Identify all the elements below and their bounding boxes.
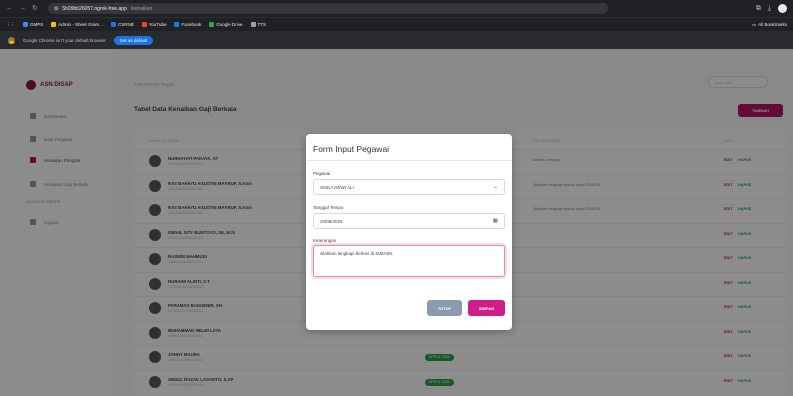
keterangan-textarea[interactable]: silahkan lengkapi berkas di SIMASN bbox=[313, 245, 505, 277]
pegawai-value: SISKA DEWI ALI bbox=[320, 184, 354, 190]
address-bar[interactable]: ⚙ 5b09bb26057.ngrok-free.app/kenaikan bbox=[47, 3, 608, 14]
set-default-button[interactable]: Set as default bbox=[113, 35, 154, 45]
url-host: 5b09bb26057.ngrok-free.app bbox=[62, 5, 127, 12]
bookmark-label: CSRNB bbox=[118, 22, 134, 27]
bookmark-favicon-icon bbox=[141, 22, 147, 27]
bookmark-favicon-icon bbox=[51, 22, 57, 27]
pegawai-select[interactable]: SISKA DEWI ALI ⌄ bbox=[313, 179, 505, 195]
all-bookmarks[interactable]: ▭ All Bookmarks bbox=[752, 22, 793, 28]
back-icon[interactable]: ← bbox=[6, 5, 13, 12]
bookmark-label: TTS bbox=[257, 22, 267, 27]
pegawai-label: Pegawai bbox=[313, 171, 331, 176]
form-input-modal: Form Input Pegawai Pegawai SISKA DEWI AL… bbox=[306, 134, 512, 330]
close-button[interactable]: TUTUP bbox=[427, 300, 462, 316]
site-info-icon[interactable]: ⚙ bbox=[54, 6, 58, 12]
default-browser-infobar: Google Chrome isn't your default browser… bbox=[0, 31, 793, 49]
chevron-down-icon: ⌄ bbox=[493, 184, 498, 190]
bookmark-item[interactable]: YouTube bbox=[141, 22, 167, 27]
bookmark-favicon-icon bbox=[250, 22, 256, 27]
profile-avatar[interactable] bbox=[778, 4, 787, 13]
bookmark-item[interactable]: Google Drive bbox=[209, 22, 243, 27]
bookmark-favicon-icon bbox=[23, 22, 28, 27]
bookmark-label: Admin - Sheet Gram... bbox=[58, 22, 104, 27]
save-button[interactable]: SIMPAN bbox=[468, 300, 505, 316]
bookmark-item[interactable]: CSRNB bbox=[111, 22, 134, 27]
forward-icon[interactable]: → bbox=[19, 5, 26, 12]
chrome-icon bbox=[8, 36, 15, 44]
url-path: /kenaikan bbox=[130, 5, 153, 12]
toolbar-right: ⧉ ⤓ bbox=[756, 4, 793, 13]
bookmarks-bar: ⋮⋮ GMPS Admin - Sheet Gram... CSRNB YouT… bbox=[0, 17, 793, 31]
modal-title: Form Input Pegawai bbox=[313, 144, 390, 154]
bookmark-label: Google Drive bbox=[216, 22, 243, 27]
reload-icon[interactable]: ↻ bbox=[32, 5, 38, 12]
bookmark-item[interactable]: Admin - Sheet Gram... bbox=[51, 22, 103, 27]
extensions-icon[interactable]: ⧉ bbox=[756, 5, 761, 13]
keterangan-label: Keterangan bbox=[313, 238, 337, 243]
tanggal-value: 20/08/2025 bbox=[320, 218, 343, 224]
bookmark-item[interactable]: GMPS bbox=[23, 22, 43, 27]
modal-divider bbox=[306, 160, 512, 161]
bookmark-label: YouTube bbox=[148, 22, 167, 27]
all-bookmarks-label: All Bookmarks bbox=[758, 22, 787, 27]
infobar-text: Google Chrome isn't your default browser bbox=[23, 37, 106, 43]
bookmark-item[interactable]: Facebook bbox=[174, 22, 201, 27]
bookmark-label: GMPS bbox=[30, 22, 44, 27]
browser-toolbar: ← → ↻ ⚙ 5b09bb26057.ngrok-free.app/kenai… bbox=[0, 0, 793, 17]
apps-icon[interactable]: ⋮⋮ bbox=[6, 22, 15, 28]
download-icon[interactable]: ⤓ bbox=[768, 5, 771, 13]
calendar-icon[interactable]: ▦ bbox=[493, 218, 498, 224]
bookmark-label: Facebook bbox=[181, 22, 202, 27]
tanggal-input[interactable]: 20/08/2025 ▦ bbox=[313, 213, 505, 229]
folder-icon: ▭ bbox=[751, 21, 757, 27]
bookmark-favicon-icon bbox=[174, 22, 180, 27]
bookmark-favicon-icon bbox=[111, 22, 117, 27]
bookmark-favicon-icon bbox=[209, 22, 215, 27]
bookmark-item[interactable]: TTS bbox=[250, 22, 267, 27]
tanggal-label: Tanggal Tempo bbox=[313, 205, 344, 210]
